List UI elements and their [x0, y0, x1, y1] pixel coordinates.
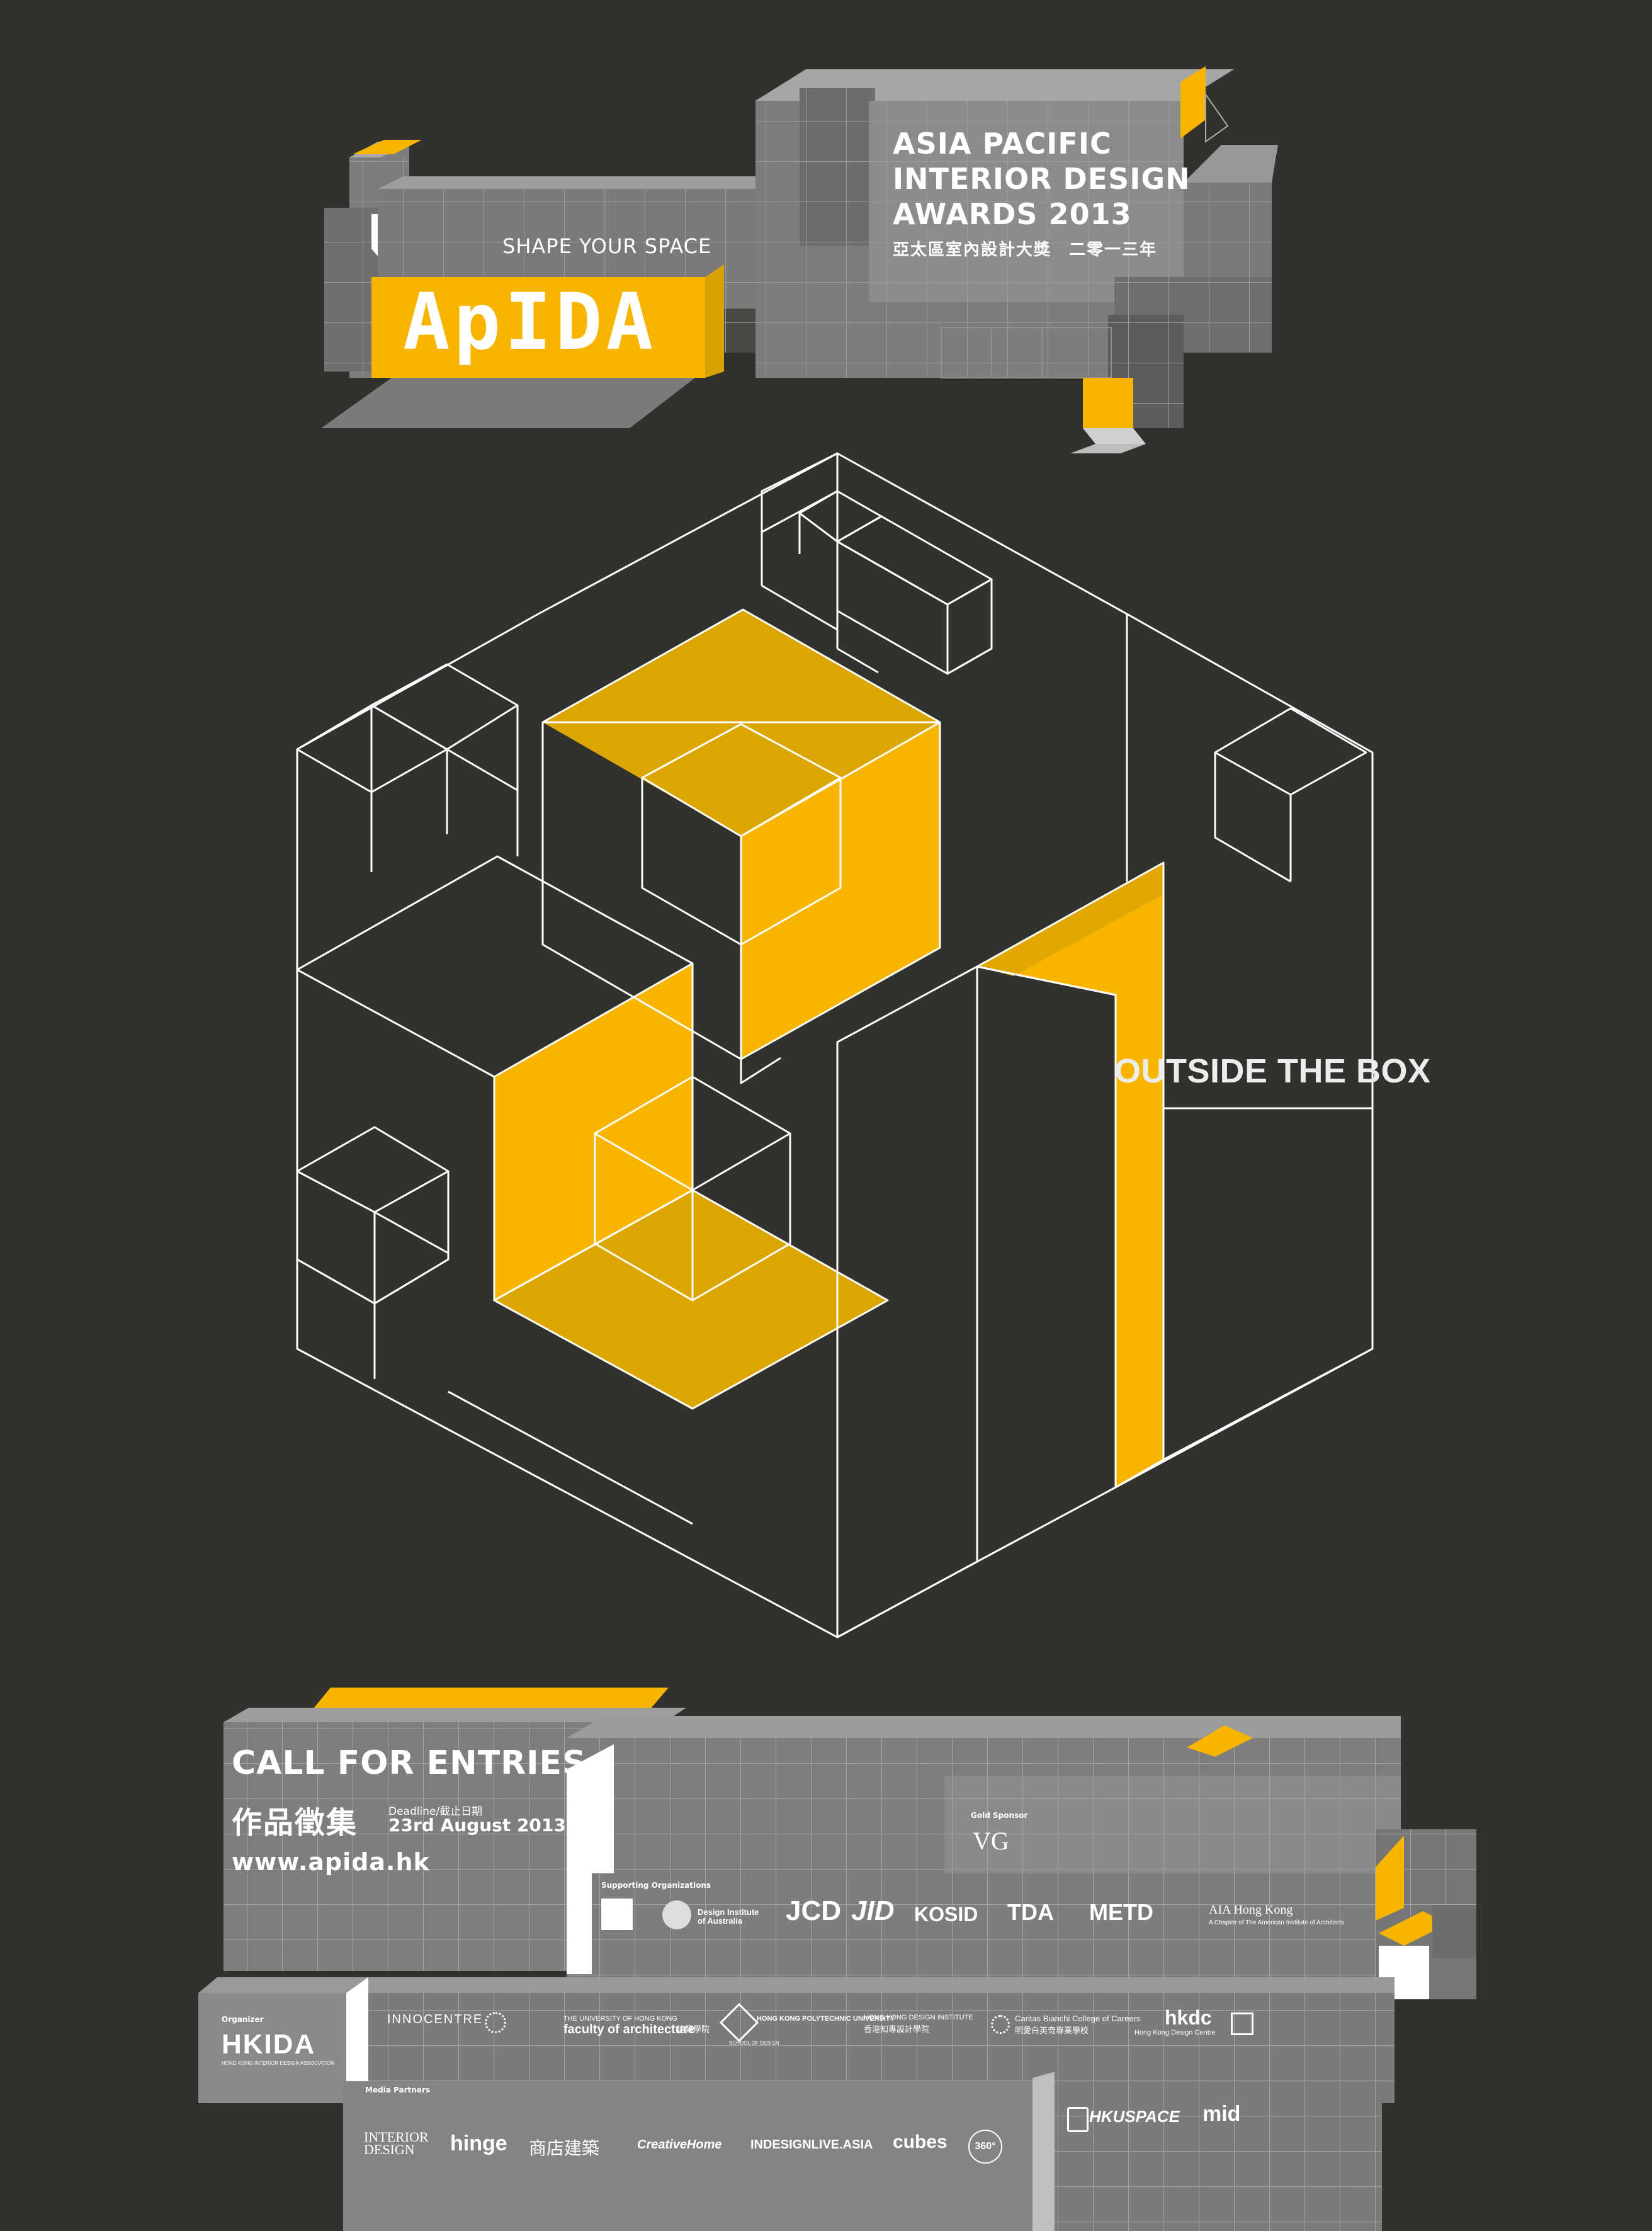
deadline-date: 23rd August 2013 — [388, 1815, 566, 1836]
supporter-logo: TDA — [1007, 1899, 1054, 1925]
hkida-subtitle: HONG KONG INTERIOR DESIGN ASSOCIATION — [222, 2060, 334, 2066]
supporter-logo: METD — [1089, 1899, 1153, 1925]
supporting-organizations-label: Supporting Organizations — [601, 1881, 711, 1890]
partner-logo: THE UNIVERSITY OF HONG KONG — [563, 2015, 677, 2023]
partner-logo: Hong Kong Design Centre — [1134, 2029, 1216, 2036]
supporter-logo: JID — [851, 1895, 895, 1926]
media-logo: INTERIOR DESIGN — [364, 2129, 429, 2157]
partner-logo: HONG KONG DESIGN INSTITUTE — [864, 2014, 973, 2021]
supporter-logo-icon — [601, 1899, 633, 1930]
gold-sponsor-label: Gold Sponsor — [971, 1811, 1028, 1820]
media-logo: INDESIGNLIVE.ASIA — [750, 2138, 873, 2152]
award-title-line: INTERIOR DESIGN — [893, 162, 1191, 196]
call-for-entries-heading: CALL FOR ENTRIES — [232, 1744, 587, 1782]
award-title-chinese: 亞太區室內設計大獎 二零一三年 — [893, 241, 1158, 259]
outside-the-box-cube — [296, 452, 1374, 1638]
partner-logo: Caritas Bianchi College of Careers — [1015, 2014, 1141, 2023]
partner-emblem-icon — [1231, 2012, 1253, 2035]
award-title-line: AWARDS 2013 — [893, 197, 1132, 231]
partner-cn-text: 明愛白英奇專業學校 — [1015, 2026, 1089, 2035]
media-logo: cubes — [893, 2132, 948, 2152]
partner-emblem-icon — [485, 2012, 506, 2033]
media-logo: mid — [1202, 2102, 1241, 2126]
hkida-logo: HKIDA — [222, 2029, 316, 2060]
partner-logo: hkdc — [1165, 2006, 1212, 2029]
supporter-logo: JCD — [786, 1895, 842, 1926]
organizer-label: Organizer — [222, 2015, 264, 2024]
supporter-logo: Design Institute of Australia — [698, 1907, 759, 1926]
award-title: ASIA PACIFIC INTERIOR DESIGN AWARDS 2013 — [893, 126, 1191, 232]
supporter-logo: KOSID — [914, 1903, 978, 1926]
partner-cn-text: 香港知專設計學院 — [864, 2024, 930, 2034]
media-logo: hinge — [450, 2132, 507, 2155]
shape-your-space-tagline: SHAPE YOUR SPACE — [502, 234, 712, 258]
media-logo: CreativeHome — [637, 2138, 722, 2152]
partner-cn-text: 建築學院 — [677, 2024, 710, 2034]
media-partners-label: Media Partners — [365, 2086, 431, 2094]
vg-logo: VG — [973, 1827, 1009, 1855]
supporter-logo: AIA Hong Kong — [1209, 1903, 1293, 1917]
partner-logo: INNOCENTRE — [387, 2012, 484, 2026]
website-link[interactable]: www.apida.hk — [232, 1848, 430, 1876]
aia-subtitle: A Chapter of The American Institute of A… — [1209, 1919, 1344, 1926]
apida-logo: ApIDA — [403, 277, 657, 368]
media-logo: 360° — [968, 2130, 1002, 2164]
award-title-line: ASIA PACIFIC — [893, 127, 1112, 161]
caritas-emblem-icon — [991, 2015, 1010, 2034]
partner-logo: SCHOOL OF DESIGN — [729, 2040, 779, 2046]
partner-logo: faculty of architecture — [563, 2023, 695, 2036]
dia-logo-icon — [662, 1900, 691, 1929]
media-logo: 商店建築 — [529, 2138, 600, 2158]
media-logo: HKUSPACE — [1089, 2107, 1180, 2126]
hkuspace-shield-icon — [1067, 2107, 1089, 2132]
outside-the-box-text: OUTSIDE THE BOX — [1114, 1052, 1431, 1090]
call-for-entries-chinese: 作品徵集 — [232, 1805, 358, 1841]
